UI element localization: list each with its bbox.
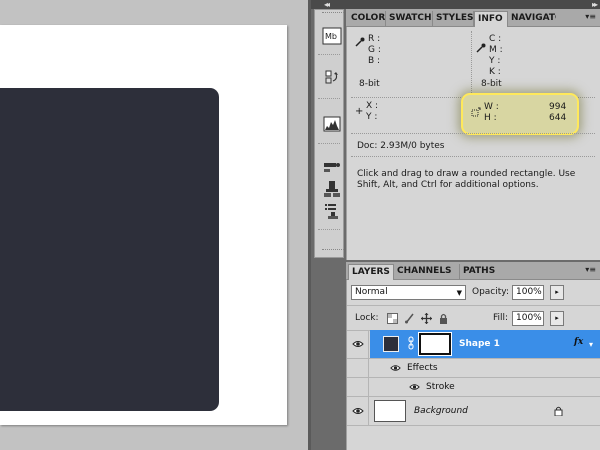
layers-divider — [347, 305, 600, 306]
fill-slider-button[interactable]: ▸ — [550, 311, 564, 326]
tab-swatches[interactable]: SWATCHES — [386, 11, 433, 27]
lock-image-pixels-icon[interactable] — [404, 313, 415, 324]
strip-grip[interactable] — [322, 249, 344, 251]
vector-mask-thumbnail[interactable] — [418, 332, 452, 356]
tab-info[interactable]: INFO — [474, 11, 508, 28]
tab-color[interactable]: COLOR — [348, 11, 386, 27]
effects-eye-cell — [347, 359, 369, 377]
info-w-label: W : — [484, 102, 499, 112]
selection-size-icon — [471, 107, 481, 120]
effects-label: Effects — [407, 363, 438, 373]
blend-mode-select[interactable]: Normal ▼ — [351, 285, 466, 300]
crosshair-icon: + — [355, 106, 364, 117]
info-bitdepth-right: 8-bit — [481, 79, 502, 89]
document-canvas[interactable] — [0, 25, 287, 425]
layer-row-background[interactable]: Background — [347, 397, 600, 426]
expand-effects-icon[interactable]: ▾ — [589, 340, 593, 349]
vector-mask-link-icon[interactable] — [408, 336, 414, 353]
dropdown-caret-icon: ▼ — [456, 289, 462, 297]
info-y-coord-label: Y : — [366, 112, 378, 122]
fill-label: Fill: — [493, 313, 509, 323]
strip-divider — [318, 98, 340, 99]
layers-tab-group: LAYERS CHANNELS PATHS ▾≡ — [346, 262, 600, 281]
history-icon[interactable] — [321, 68, 343, 90]
info-b-label: B : — [368, 56, 381, 66]
tool-hint-line-1: Click and drag to draw a rounded rectang… — [357, 169, 576, 179]
rounded-rectangle-shape[interactable] — [0, 88, 219, 411]
strip-titlebar: ◂◂ — [311, 0, 346, 9]
info-h-label: H : — [484, 113, 497, 123]
stroke-label: Stroke — [426, 382, 455, 392]
tab-navigator[interactable]: NAVIGATOR — [508, 11, 556, 27]
info-c-label: C : — [489, 34, 502, 44]
stroke-eye-icon[interactable] — [409, 383, 420, 394]
fx-icon[interactable]: fx — [574, 337, 583, 347]
info-x-label: X : — [366, 101, 379, 111]
layer-name-shape[interactable]: Shape 1 — [459, 339, 500, 349]
info-r-label: R : — [368, 34, 381, 44]
clone-source-icon[interactable] — [321, 178, 343, 200]
expand-arrows-icon[interactable]: ◂◂ — [324, 0, 330, 9]
layers-panel: Normal ▼ Opacity: 100% ▸ Lock: Fill: 100… — [346, 280, 600, 450]
lock-all-icon[interactable] — [438, 313, 449, 324]
tab-channels[interactable]: CHANNELS — [394, 264, 460, 280]
strip-divider — [318, 229, 340, 230]
info-y-label: Y : — [489, 56, 501, 66]
layer-name-background[interactable]: Background — [414, 406, 468, 416]
panel-icon-strip: ◂◂ Mb — [311, 0, 346, 450]
strip-divider — [318, 143, 340, 144]
lock-position-icon[interactable] — [421, 313, 432, 324]
opacity-input[interactable]: 100% — [512, 285, 544, 300]
tab-styles[interactable]: STYLES — [433, 11, 474, 27]
info-m-label: M : — [489, 45, 503, 55]
info-divider — [351, 156, 595, 157]
visibility-eye-icon[interactable] — [347, 330, 369, 358]
panel-menu-icon[interactable]: ▾≡ — [585, 12, 596, 21]
lock-label: Lock: — [355, 313, 379, 323]
layer-color-thumbnail[interactable] — [383, 336, 399, 352]
panel-titlebar: ▸▸ — [346, 0, 600, 9]
stroke-eye-cell — [347, 378, 369, 396]
info-panel: R : G : B : 8-bit C : M : Y : K : 8-bit … — [346, 27, 600, 260]
tool-hint-line-2: Shift, Alt, and Ctrl for additional opti… — [357, 180, 539, 190]
eyedropper-cmyk-icon[interactable] — [476, 43, 486, 56]
doc-size: Doc: 2.93M/0 bytes — [357, 141, 445, 151]
opacity-slider-button[interactable]: ▸ — [550, 285, 564, 300]
strip-divider — [318, 54, 340, 55]
info-k-label: K : — [489, 67, 501, 77]
histogram-icon[interactable] — [321, 113, 343, 135]
brush-presets-icon[interactable] — [321, 156, 343, 178]
opacity-label: Opacity: — [472, 287, 509, 297]
layers-menu-icon[interactable]: ▾≡ — [585, 265, 596, 274]
panel-dock: ▸▸ COLOR SWATCHES STYLES INFO NAVIGATOR … — [346, 0, 600, 450]
layer-row-shape[interactable]: Shape 1 fx ▾ — [347, 330, 600, 359]
layer-effects-row[interactable]: Effects — [347, 359, 600, 378]
svg-text:Mb: Mb — [325, 32, 337, 41]
canvas-area[interactable] — [0, 0, 308, 450]
strip-grip[interactable] — [322, 12, 344, 14]
fill-input[interactable]: 100% — [512, 311, 544, 326]
eyedropper-icon[interactable] — [355, 37, 365, 50]
tab-layers[interactable]: LAYERS — [348, 264, 394, 281]
tool-presets-icon[interactable] — [321, 200, 343, 222]
strip-inner: Mb — [314, 9, 344, 258]
info-h-value: 644 — [549, 113, 567, 123]
layer-row-shape-selected[interactable]: Shape 1 fx ▾ — [370, 330, 600, 358]
info-column-divider — [471, 31, 472, 93]
effects-eye-icon[interactable] — [390, 364, 401, 375]
info-tab-group: COLOR SWATCHES STYLES INFO NAVIGATOR ▾≡ — [346, 9, 600, 28]
info-w-value: 994 — [549, 102, 567, 112]
info-divider — [351, 133, 595, 134]
blend-mode-value: Normal — [355, 287, 388, 297]
background-thumbnail[interactable] — [374, 400, 406, 422]
mini-bridge-icon[interactable]: Mb — [321, 25, 343, 47]
background-lock-icon — [554, 406, 563, 419]
lock-transparent-icon[interactable] — [387, 313, 398, 324]
info-g-label: G : — [368, 45, 381, 55]
info-bitdepth-left: 8-bit — [359, 79, 380, 89]
collapse-arrows-icon[interactable]: ▸▸ — [592, 0, 598, 9]
background-eye-icon[interactable] — [347, 397, 369, 425]
tab-paths[interactable]: PATHS — [460, 264, 504, 280]
layer-stroke-row[interactable]: Stroke — [347, 378, 600, 397]
